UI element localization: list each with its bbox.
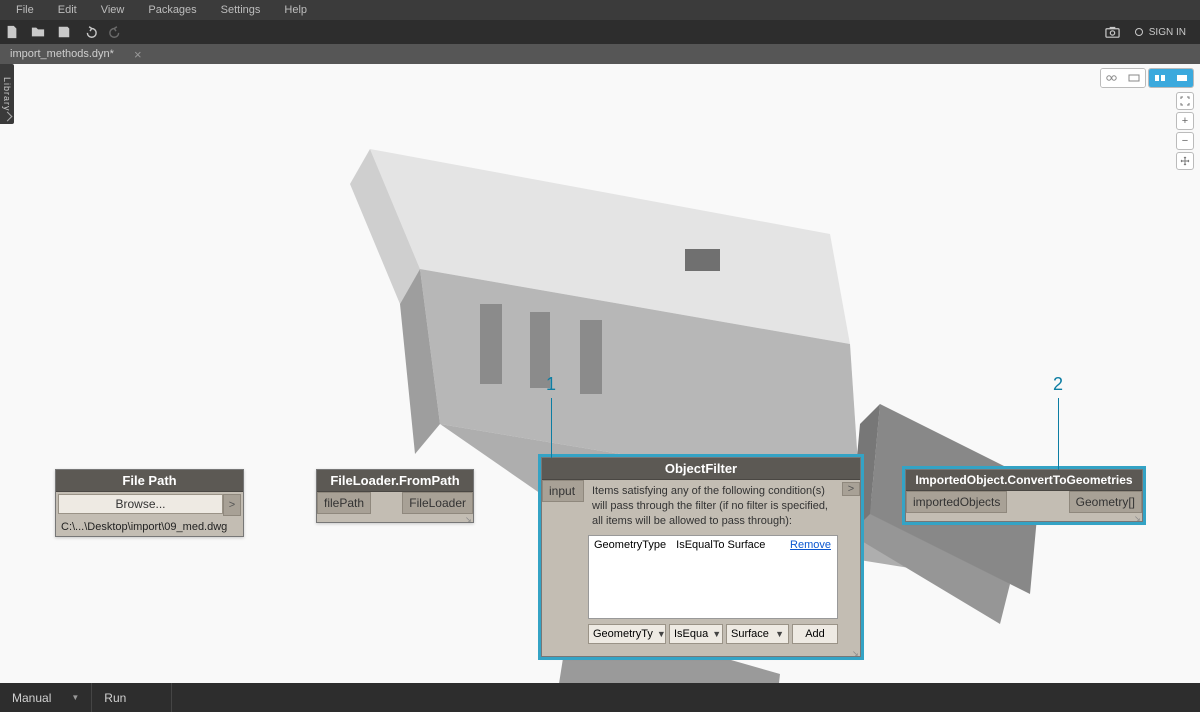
node-objectfilter[interactable]: ObjectFilter input Items satisfying any … xyxy=(541,457,861,657)
filter-description: Items satisfying any of the following co… xyxy=(588,482,838,535)
new-file-icon[interactable] xyxy=(4,24,20,40)
filter-col-type: GeometryType xyxy=(594,539,666,551)
chevron-down-icon: ▼ xyxy=(775,629,784,639)
zoom-out-button[interactable]: − xyxy=(1176,132,1194,150)
remove-filter-link[interactable]: Remove xyxy=(790,539,831,551)
node-title: FileLoader.FromPath xyxy=(317,470,473,492)
tab-label: import_methods.dyn* xyxy=(10,48,114,60)
run-button[interactable]: Run xyxy=(92,683,172,712)
sign-in-button[interactable]: SIGN IN xyxy=(1135,27,1186,38)
zoom-fit-button[interactable] xyxy=(1176,92,1194,110)
node-file-path[interactable]: File Path Browse... > C:\...\Desktop\imp… xyxy=(55,469,244,537)
node-title: ImportedObject.ConvertToGeometries xyxy=(906,470,1142,491)
save-icon[interactable] xyxy=(56,24,72,40)
tab-bar: import_methods.dyn* × xyxy=(0,44,1200,64)
browse-button[interactable]: Browse... xyxy=(58,494,223,514)
node-importedobject[interactable]: ImportedObject.ConvertToGeometries impor… xyxy=(905,469,1143,522)
chevron-down-icon: ▼ xyxy=(657,629,666,639)
run-mode-select[interactable]: Manual▼ xyxy=(0,683,92,712)
node-fileloader[interactable]: FileLoader.FromPath filePath FileLoader … xyxy=(316,469,474,523)
tab-close-icon[interactable]: × xyxy=(134,47,142,62)
resize-grip-icon[interactable]: ↘ xyxy=(1134,514,1140,520)
view-bg-button[interactable] xyxy=(1171,69,1193,87)
input-port-filepath[interactable]: filePath xyxy=(317,492,371,514)
input-port-importedobjects[interactable]: importedObjects xyxy=(906,491,1007,513)
filter-op-select[interactable]: IsEqua▼ xyxy=(669,624,723,644)
file-path-display: C:\...\Desktop\import\09_med.dwg xyxy=(56,518,243,536)
node-title: File Path xyxy=(56,470,243,492)
annotation-1: 1 xyxy=(546,374,556,395)
annotation-2: 2 xyxy=(1053,374,1063,395)
graph-canvas[interactable]: File Path Browse... > C:\...\Desktop\imp… xyxy=(0,64,1200,683)
resize-grip-icon[interactable]: ↘ xyxy=(465,515,471,521)
filter-col-cond: IsEqualTo Surface xyxy=(676,539,765,551)
output-port[interactable]: > xyxy=(842,482,860,496)
view-graph-button[interactable] xyxy=(1123,69,1145,87)
redo-icon[interactable] xyxy=(108,24,124,40)
menu-edit[interactable]: Edit xyxy=(46,4,89,16)
node-title: ObjectFilter xyxy=(542,458,860,480)
pan-button[interactable] xyxy=(1176,152,1194,170)
menu-packages[interactable]: Packages xyxy=(136,4,208,16)
add-filter-button[interactable]: Add xyxy=(792,624,838,644)
menu-settings[interactable]: Settings xyxy=(209,4,273,16)
output-port[interactable]: > xyxy=(223,494,241,516)
user-icon xyxy=(1135,28,1143,36)
zoom-in-button[interactable]: + xyxy=(1176,112,1194,130)
filter-list[interactable]: GeometryType IsEqualTo Surface Remove xyxy=(588,535,838,619)
file-tab[interactable]: import_methods.dyn* × xyxy=(0,45,152,64)
toolbar: SIGN IN xyxy=(0,20,1200,44)
filter-value-select[interactable]: Surface▼ xyxy=(726,624,789,644)
chevron-down-icon: ▼ xyxy=(71,693,79,702)
open-file-icon[interactable] xyxy=(30,24,46,40)
chevron-down-icon: ▼ xyxy=(712,629,721,639)
menu-help[interactable]: Help xyxy=(272,4,319,16)
view-geom-button[interactable] xyxy=(1149,69,1171,87)
menu-bar: File Edit View Packages Settings Help xyxy=(0,0,1200,20)
view-3d-button[interactable] xyxy=(1101,69,1123,87)
library-panel-toggle[interactable]: Library xyxy=(0,64,14,124)
filter-type-select[interactable]: GeometryTy▼ xyxy=(588,624,666,644)
input-port[interactable]: input xyxy=(542,480,584,502)
view-toggle xyxy=(1100,68,1194,88)
menu-view[interactable]: View xyxy=(89,4,137,16)
status-bar: Manual▼ Run xyxy=(0,683,1200,712)
zoom-controls: + − xyxy=(1176,92,1194,170)
undo-icon[interactable] xyxy=(82,24,98,40)
resize-grip-icon[interactable]: ↘ xyxy=(852,649,858,655)
screenshot-icon[interactable] xyxy=(1105,24,1121,40)
output-port-fileloader[interactable]: FileLoader xyxy=(402,492,473,514)
output-port-geometry[interactable]: Geometry[] xyxy=(1069,491,1142,513)
menu-file[interactable]: File xyxy=(4,4,46,16)
